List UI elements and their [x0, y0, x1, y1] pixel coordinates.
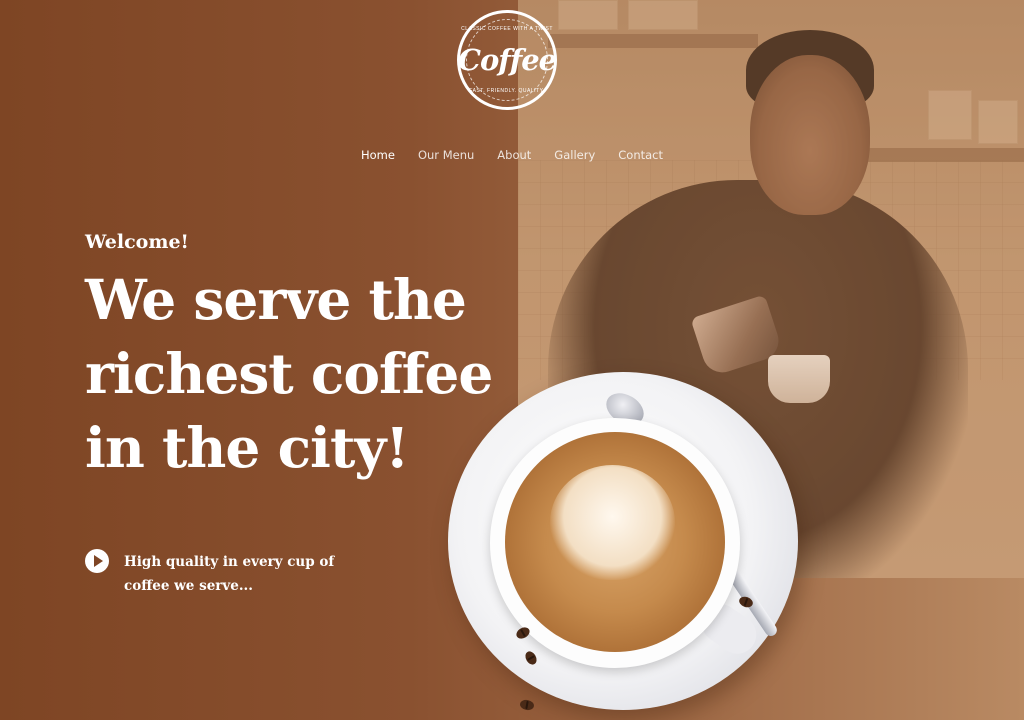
coffee-logo[interactable]: CLASSIC COFFEE WITH A TWIST Coffee FAST.… [457, 10, 557, 110]
nav-item-about[interactable]: About [497, 148, 531, 162]
nav-item-home[interactable]: Home [361, 148, 395, 162]
logo-bottom-text: FAST. FRIENDLY. QUALITY. [469, 88, 545, 94]
nav-item-gallery[interactable]: Gallery [554, 148, 595, 162]
play-icon[interactable] [85, 549, 109, 573]
welcome-text: Welcome! [85, 231, 189, 253]
hero-tagline: High quality in every cup of coffee we s… [124, 554, 335, 594]
main-nav: Home Our Menu About Gallery Contact [361, 148, 663, 162]
nav-item-contact[interactable]: Contact [618, 148, 663, 162]
coffee-bean-image [519, 698, 535, 712]
nav-item-our-menu[interactable]: Our Menu [418, 148, 474, 162]
latte-art-image [550, 465, 675, 580]
logo-top-text: CLASSIC COFFEE WITH A TWIST [461, 26, 553, 32]
